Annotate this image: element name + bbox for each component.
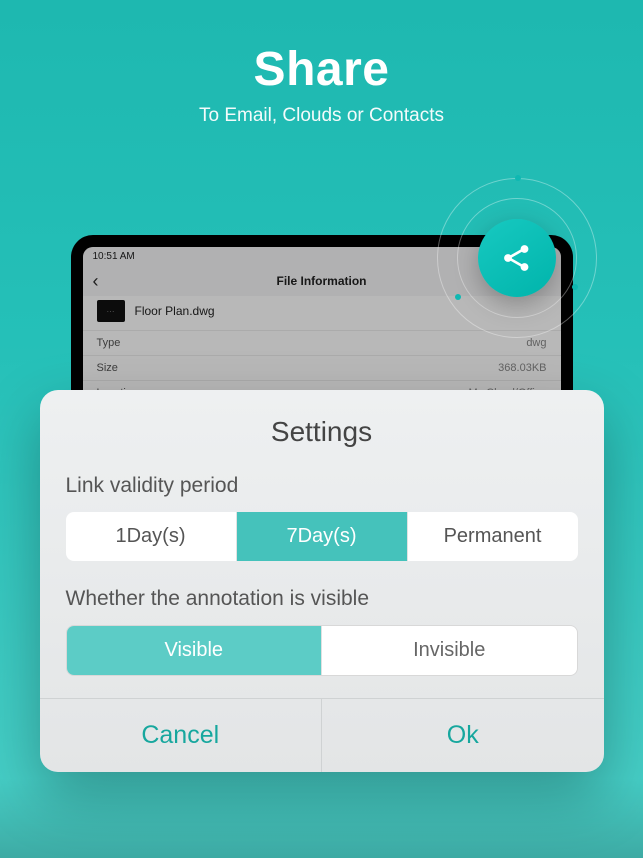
orbit-dot [515,175,521,181]
validity-option-permanent[interactable]: Permanent [408,512,578,561]
orbit-dot [455,294,461,300]
cancel-button[interactable]: Cancel [40,699,323,772]
share-icon [499,240,535,276]
visibility-option-invisible[interactable]: Invisible [322,626,577,675]
bottom-shadow [0,778,643,858]
orbit-dot [572,284,578,290]
share-orbit [437,178,597,338]
share-button[interactable] [478,219,556,297]
visibility-segment: Visible Invisible [66,625,578,676]
modal-actions: Cancel Ok [40,698,604,772]
validity-option-7day[interactable]: 7Day(s) [237,512,408,561]
modal-title: Settings [40,390,604,470]
visibility-label: Whether the annotation is visible [40,583,604,625]
hero-title: Share [20,42,623,97]
visibility-option-visible[interactable]: Visible [67,626,323,675]
validity-option-1day[interactable]: 1Day(s) [66,512,237,561]
ok-button[interactable]: Ok [322,699,604,772]
validity-label: Link validity period [40,470,604,512]
validity-segment: 1Day(s) 7Day(s) Permanent [66,512,578,561]
settings-modal: Settings Link validity period 1Day(s) 7D… [40,390,604,772]
hero-subtitle: To Email, Clouds or Contacts [20,105,623,127]
hero: Share To Email, Clouds or Contacts [0,0,643,147]
